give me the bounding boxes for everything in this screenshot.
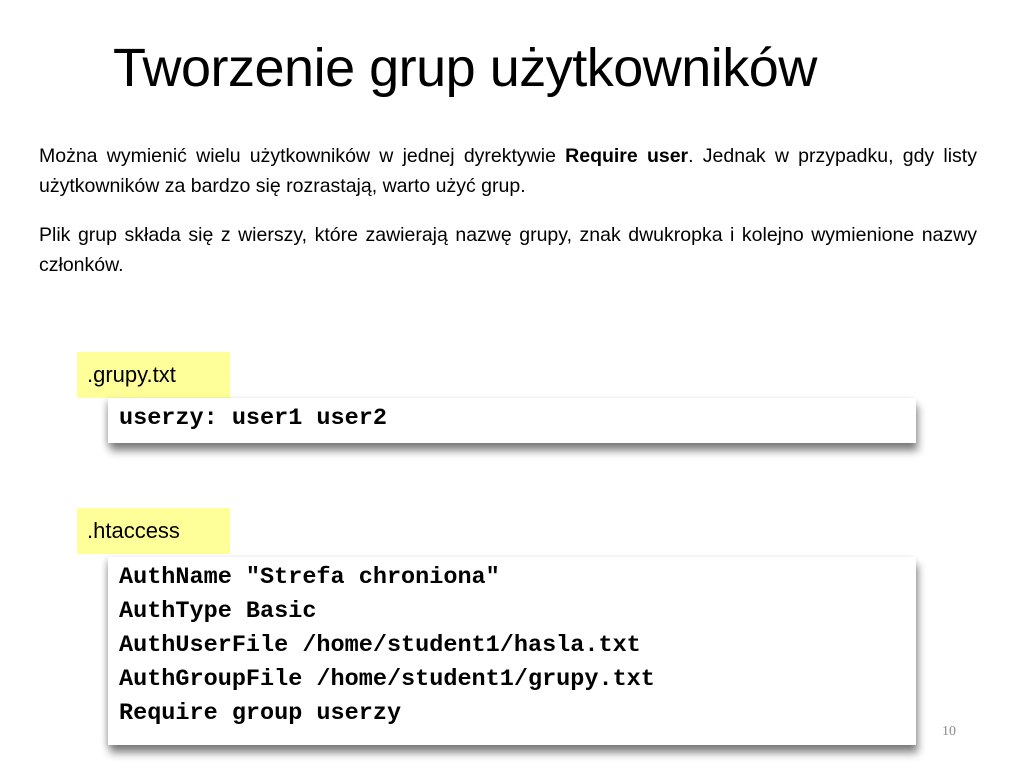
- intro-text-start: Można wymienić wielu użytkowników w jedn…: [39, 145, 566, 167]
- code-line: AuthGroupFile /home/student1/grupy.txt: [119, 666, 655, 693]
- file-label-grupy: .grupy.txt: [77, 352, 230, 398]
- code-line: AuthUserFile /home/student1/hasla.txt: [119, 632, 641, 659]
- intro-paragraph: Można wymienić wielu użytkowników w jedn…: [39, 141, 977, 201]
- code-box-htaccess: AuthName "Strefa chroniona" AuthType Bas…: [108, 557, 916, 745]
- page-number: 10: [942, 724, 956, 739]
- code-box-grupy: userzy: user1 user2: [108, 398, 916, 443]
- code-line: AuthName "Strefa chroniona": [119, 564, 500, 591]
- slide: Tworzenie grup użytkowników Można wymien…: [0, 0, 1024, 768]
- code-line: AuthType Basic: [119, 598, 317, 625]
- group-file-paragraph: Plik grup składa się z wierszy, które za…: [39, 224, 977, 276]
- require-user-keyword: Require user: [565, 145, 689, 167]
- slide-title: Tworzenie grup użytkowników: [113, 38, 817, 98]
- code-line: Require group userzy: [119, 700, 402, 727]
- file-label-htaccess: .htaccess: [77, 508, 230, 554]
- code-line: userzy: user1 user2: [119, 405, 387, 432]
